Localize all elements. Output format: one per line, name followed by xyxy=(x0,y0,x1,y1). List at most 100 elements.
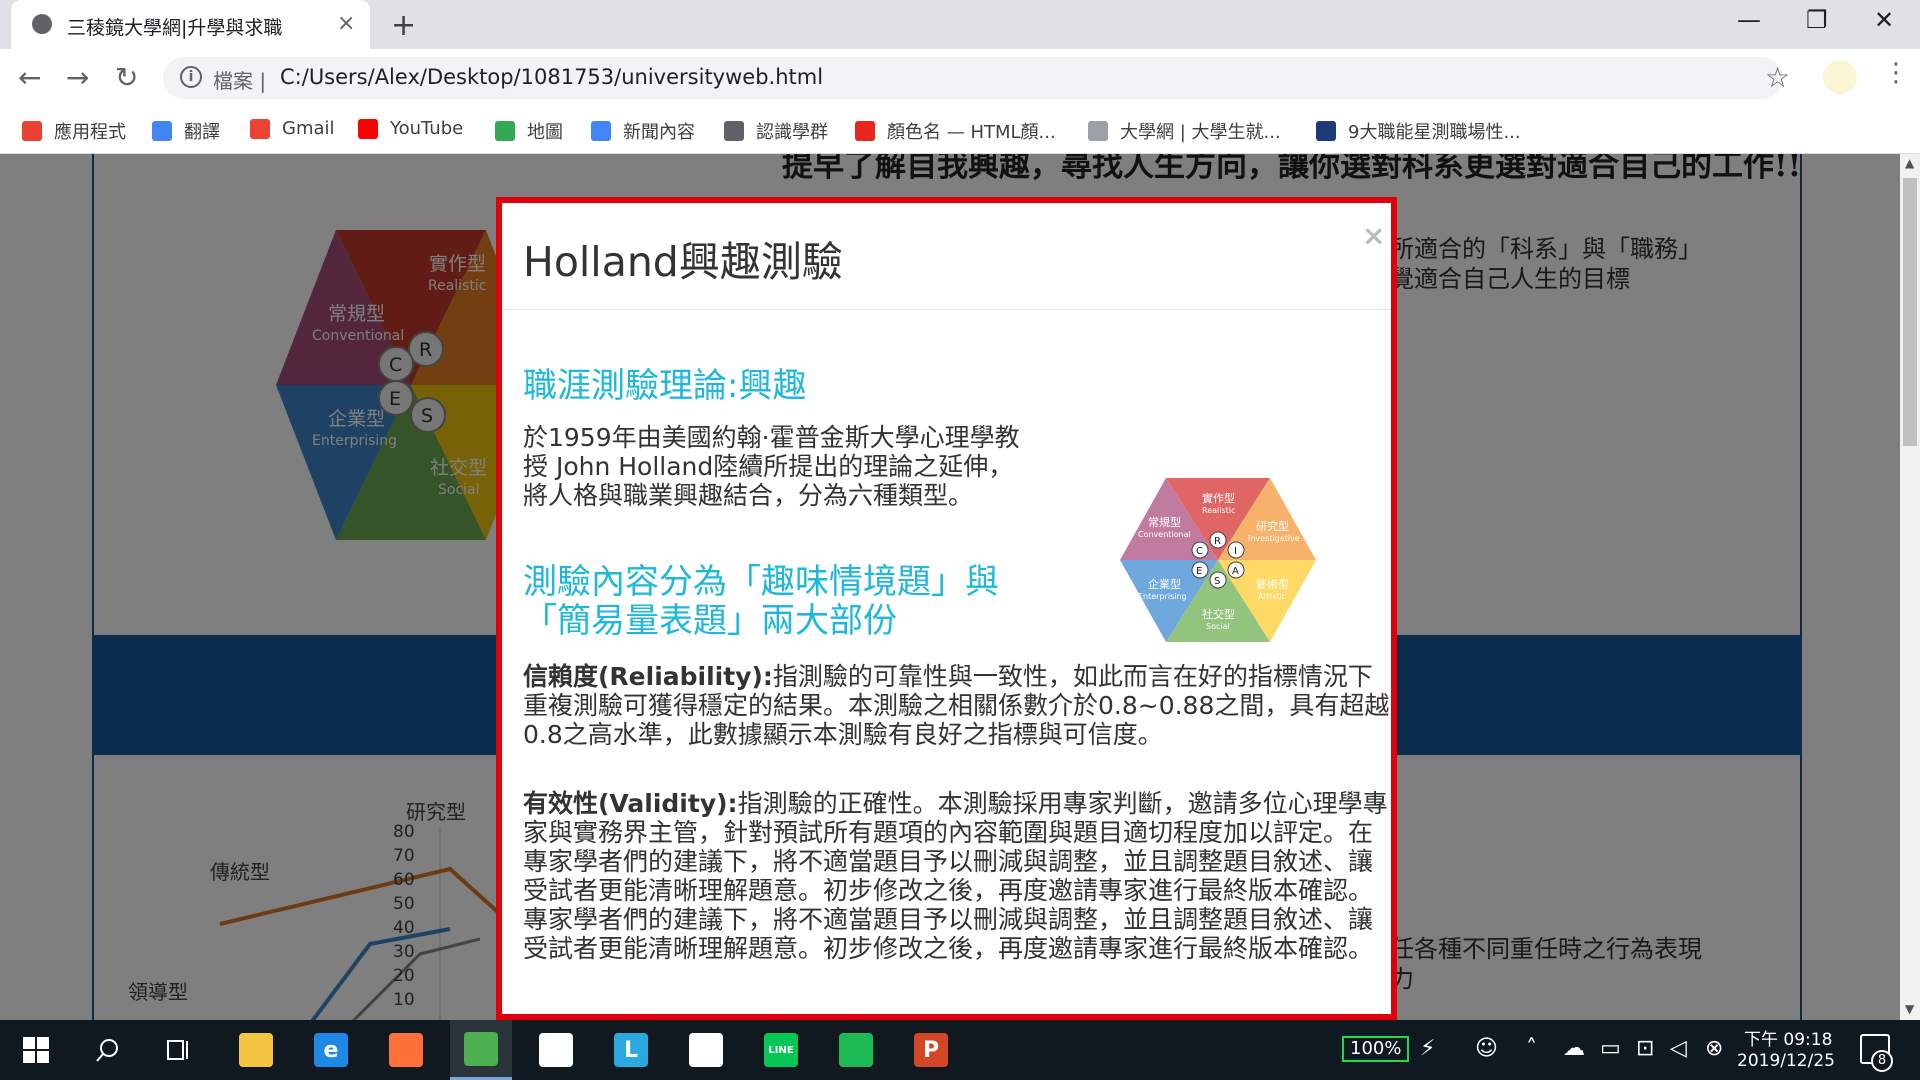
holland-test-modal: Holland興趣測驗 × 職涯測驗理論:興趣 於1959年由美國約翰·霍普金斯… xyxy=(496,197,1397,1020)
scroll-down-arrow-icon[interactable]: ▼ xyxy=(1905,1002,1914,1016)
store-icon xyxy=(539,1033,573,1067)
hex-label: 研究型 xyxy=(1256,519,1289,533)
holland-hexagon-small: 實作型 Realistic 研究型 Investigative 常規型 Conv… xyxy=(1120,478,1316,642)
task-view-button[interactable] xyxy=(148,1020,210,1080)
taskbar-app-firefox[interactable] xyxy=(375,1020,437,1080)
bookmark-item[interactable]: 顏色名 — HTML顏... xyxy=(855,118,1056,144)
task-view-icon xyxy=(167,1040,188,1060)
chevron-up-icon[interactable]: ˄ xyxy=(1526,1036,1537,1061)
bookmark-item[interactable]: Gmail xyxy=(250,118,335,139)
start-button[interactable] xyxy=(5,1020,67,1080)
forward-button[interactable]: → xyxy=(66,61,89,94)
onedrive-cloud-icon[interactable]: ☁ xyxy=(1563,1036,1585,1061)
scroll-thumb[interactable] xyxy=(1903,178,1917,446)
tab-close-icon[interactable]: × xyxy=(337,11,355,36)
reliability-paragraph: 信賴度(Reliability):指測驗的可靠性與一致性，如此而言在好的指標情況… xyxy=(523,662,1391,749)
volume-icon[interactable]: ◁ xyxy=(1670,1036,1687,1061)
browser-toolbar: ← → ↻ i 檔案 | C:/Users/Alex/Desktop/10817… xyxy=(0,49,1920,107)
google-maps-icon xyxy=(495,121,515,141)
address-bar[interactable]: i 檔案 | C:/Users/Alex/Desktop/1081753/uni… xyxy=(163,57,1790,99)
powerpoint-icon: P xyxy=(914,1033,948,1067)
bookmarks-bar: 應用程式 翻譯 Gmail YouTube 地圖 新聞內容 認識學群 顏色名 — HTML顏.… xyxy=(0,107,1920,154)
validity-paragraph: 有效性(Validity):指測驗的正確性。本測驗採用專家判斷，邀請多位心理學專… xyxy=(523,789,1391,963)
section-text-theory: 於1959年由美國約翰·霍普金斯大學心理學教授 John Holland陸續所提… xyxy=(523,423,1020,510)
globe-icon xyxy=(724,121,744,141)
section-heading-theory: 職涯測驗理論:興趣 xyxy=(523,366,807,406)
reload-button[interactable]: ↻ xyxy=(115,61,138,94)
taskbar-app-l-app[interactable]: L xyxy=(600,1020,662,1080)
hex-label: Social xyxy=(1206,622,1230,631)
windows-logo-icon xyxy=(23,1037,49,1063)
taskbar-app-store[interactable] xyxy=(525,1020,587,1080)
people-icon[interactable]: ☺ xyxy=(1475,1036,1498,1061)
window-close-button[interactable]: ✕ xyxy=(1874,6,1894,34)
bookmark-label: 顏色名 — HTML顏... xyxy=(887,122,1056,143)
taskbar-app-powerpoint[interactable]: P xyxy=(900,1020,962,1080)
file-explorer-icon xyxy=(239,1033,273,1067)
hex-label: 企業型 xyxy=(1148,577,1181,591)
scroll-up-arrow-icon[interactable]: ▲ xyxy=(1905,156,1914,170)
taskbar-app-spotify[interactable] xyxy=(825,1020,887,1080)
network-icon[interactable]: ⊡ xyxy=(1636,1036,1654,1061)
bookmark-star-icon[interactable]: ☆ xyxy=(1765,61,1790,94)
clock-time[interactable]: 下午 09:18 xyxy=(1744,1025,1832,1050)
youtube-icon xyxy=(358,118,378,139)
reliability-label: 信賴度(Reliability): xyxy=(523,662,773,691)
bookmark-item[interactable]: 新聞內容 xyxy=(591,118,695,144)
notification-count-badge: 8 xyxy=(1871,1050,1893,1072)
hex-letter: I xyxy=(1234,546,1237,557)
bookmark-label: YouTube xyxy=(390,118,464,139)
url-text[interactable]: C:/Users/Alex/Desktop/1081753/university… xyxy=(280,65,823,89)
browser-tab[interactable]: 三稜鏡大學網|升學與求職 × xyxy=(11,0,370,49)
new-tab-button[interactable]: + xyxy=(391,8,416,43)
taskbar-app-chrome[interactable] xyxy=(450,1020,512,1080)
bookmark-item[interactable]: 認識學群 xyxy=(724,118,828,144)
apps-grid-icon xyxy=(22,121,42,141)
firefox-icon xyxy=(389,1033,423,1067)
minimize-button[interactable]: — xyxy=(1737,6,1761,34)
bookmark-item[interactable]: 地圖 xyxy=(495,118,563,144)
hex-letter: C xyxy=(1196,546,1203,557)
validity-label: 有效性(Validity): xyxy=(523,789,738,818)
hex-label: 社交型 xyxy=(1202,607,1235,621)
google-translate-icon xyxy=(152,121,172,141)
taskbar-app-mail[interactable] xyxy=(675,1020,737,1080)
power-plug-icon[interactable]: ⚡ xyxy=(1420,1036,1435,1061)
bookmark-item[interactable]: 大學網 | 大學生就... xyxy=(1088,118,1281,144)
tab-title: 三稜鏡大學網|升學與求職 xyxy=(67,17,283,39)
modal-divider xyxy=(502,309,1391,310)
hex-letter: A xyxy=(1232,566,1239,577)
modal-close-button[interactable]: × xyxy=(1362,219,1385,252)
battery-icon[interactable]: ▭ xyxy=(1600,1036,1621,1061)
taskbar-app-file-explorer[interactable] xyxy=(225,1020,287,1080)
taskbar-app-line[interactable]: LINE xyxy=(750,1020,812,1080)
document-icon xyxy=(1088,121,1108,141)
mute-status-icon[interactable]: ⊗ xyxy=(1705,1036,1723,1061)
search-icon xyxy=(96,1039,118,1062)
google-news-icon xyxy=(591,121,611,141)
hex-label: Investigative xyxy=(1248,534,1300,543)
page-scrollbar[interactable]: ▲ ▼ xyxy=(1900,154,1920,1020)
battery-percentage[interactable]: 100% xyxy=(1342,1036,1410,1062)
clock-date[interactable]: 2019/12/25 xyxy=(1737,1051,1835,1071)
color-name-icon xyxy=(855,121,875,141)
modal-title: Holland興趣測驗 xyxy=(523,238,843,286)
restore-button[interactable]: ❐ xyxy=(1806,6,1828,34)
bookmark-label: 應用程式 xyxy=(54,122,126,143)
info-icon[interactable]: i xyxy=(180,66,202,88)
bookmark-item[interactable]: 翻譯 xyxy=(152,118,220,144)
bookmark-item[interactable]: 應用程式 xyxy=(22,118,126,144)
hex-label: Artistic xyxy=(1258,592,1286,601)
back-button[interactable]: ← xyxy=(18,61,41,94)
taskbar-app-edge[interactable]: e xyxy=(300,1020,362,1080)
bookmark-label: Gmail xyxy=(282,118,335,139)
hex-label: 藝術型 xyxy=(1256,577,1289,591)
search-button[interactable] xyxy=(77,1020,139,1080)
bookmark-item[interactable]: 9大職能星測職場性... xyxy=(1316,118,1521,144)
browser-menu-icon[interactable]: ⋮ xyxy=(1883,60,1909,86)
profile-avatar[interactable] xyxy=(1823,60,1857,94)
bookmark-item[interactable]: YouTube xyxy=(358,118,463,139)
hex-letter: R xyxy=(1214,536,1221,547)
globe-icon xyxy=(32,14,52,34)
edge-icon: e xyxy=(314,1033,348,1067)
